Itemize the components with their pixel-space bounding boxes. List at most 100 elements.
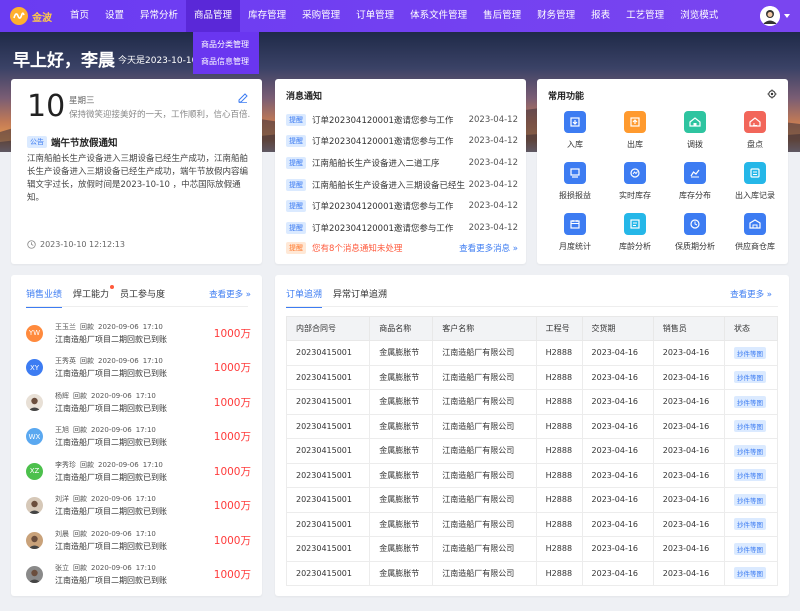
list-item[interactable]: XY 王秀英 回款 2020-09-06 17:10 江南造船厂项目二期回款已到账 1000… [26, 351, 251, 386]
sale-date: 2020-09-06 [91, 564, 132, 573]
function-stock-age[interactable]: 库龄分析 [605, 213, 665, 252]
function-io-record[interactable]: 出入库记录 [725, 162, 785, 201]
table-row[interactable]: 20230415001 金属膨胀节 江南造船厂有限公司 H2888 2023-04-16… [285, 340, 779, 366]
function-shelf-life[interactable]: 保质期分析 [665, 213, 725, 252]
table-cell: 抄件等图 [723, 511, 779, 537]
nav-item[interactable]: 报表 [583, 0, 618, 32]
nav-item[interactable]: 设置 [97, 0, 132, 32]
message-item[interactable]: 提醒江南船舶长生产设备进入三期设备已经生产成功2023-04-12 [286, 174, 518, 196]
table-row[interactable]: 20230415001 金属膨胀节 江南造船厂有限公司 H2888 2023-04-16… [285, 487, 779, 513]
table-row[interactable]: 20230415001 金属膨胀节 江南造船厂有限公司 H2888 2023-04-16… [285, 389, 779, 415]
nav-item[interactable]: 体系文件管理 [402, 0, 475, 32]
tab-orders-1[interactable]: 异常订单追溯 [333, 287, 387, 308]
nav-item[interactable]: 订单管理 [348, 0, 402, 32]
message-item[interactable]: 提醒 订单202304120001邀请您参与工作 2023-04-12 [286, 109, 518, 131]
today-date: 今天是2023-10-10 [118, 56, 198, 66]
table-cell: 20230415001 [285, 389, 371, 415]
nav-item[interactable]: 财务管理 [529, 0, 583, 32]
nav-item[interactable]: 工艺管理 [618, 0, 672, 32]
table-cell: 江南造船厂有限公司 [432, 487, 537, 513]
function-transfer[interactable]: 调拨 [665, 111, 725, 150]
nav-item[interactable]: 首页 [62, 0, 97, 32]
function-realtime-stock[interactable]: 实时库存 [605, 162, 665, 201]
sale-date: 2020-09-06 [91, 391, 132, 400]
nav-item[interactable]: 异常分析 [132, 0, 186, 32]
tab-orders-0[interactable]: 订单追溯 [286, 287, 323, 308]
table-cell: 江南造船厂有限公司 [432, 364, 537, 390]
sale-description: 江南造船厂项目二期回款已到账 [55, 472, 167, 482]
table-row[interactable]: 20230415001 金属膨胀节 江南造船厂有限公司 H2888 2023-04-16… [285, 536, 779, 562]
sale-info: 王秀英 回款 2020-09-06 17:10 江南造船厂项目二期回款已到账 [55, 356, 214, 379]
table-row[interactable]: 20230415001 金属膨胀节 江南造船厂有限公司 H2888 2023-04-16… [285, 413, 779, 439]
orders-more-link[interactable]: 查看更多 » [730, 288, 772, 300]
nav-item[interactable]: 采购管理 [294, 0, 348, 32]
sale-meta: 张立 回款 2020-09-06 17:10 [55, 563, 214, 573]
sales-list: YW 王玉兰 回款 2020-09-06 17:10 江南造船厂项目二期回款已到账 1000… [26, 316, 251, 592]
function-monthly-stats[interactable]: 月度统计 [545, 213, 605, 252]
edit-icon[interactable] [238, 93, 248, 103]
pending-count-text[interactable]: 您有8个消息通知未处理 [312, 242, 459, 254]
table-row[interactable]: 20230415001 金属膨胀节 江南造船厂有限公司 H2888 2023-04-16… [285, 462, 779, 488]
monthly-stats-icon [564, 213, 586, 235]
submenu-item[interactable]: 商品分类管理 [193, 36, 259, 53]
table-cell: 抄件等图 [723, 462, 779, 488]
function-outbound[interactable]: 出库 [605, 111, 665, 150]
reminder-tag: 提醒 [286, 178, 306, 191]
outbound-icon [624, 111, 646, 133]
function-inbound[interactable]: 入库 [545, 111, 605, 150]
message-item[interactable]: 提醒 订单202304120001邀请您参与工作 2023-04-12 [286, 131, 518, 153]
brand-logo[interactable]: 金波 [0, 7, 62, 25]
message-item[interactable]: 提醒 订单202304120001邀请您参与工作 2023-04-12 [286, 195, 518, 217]
message-text: 江南船舶长生产设备进入三期设备已经生产成功 [312, 180, 465, 191]
function-stock-distribution[interactable]: 库存分布 [665, 162, 725, 201]
message-text: 订单202304120001邀请您参与工作 [312, 223, 454, 234]
realtime-stock-icon [624, 162, 646, 184]
list-item[interactable]: 刘晨 回款 2020-09-06 17:10 江南造船厂项目二期回款已到账 1000万 [26, 523, 251, 558]
nav-item[interactable]: 商品管理 [186, 0, 241, 32]
function-label: 调拨 [687, 140, 703, 149]
weekday: 星期三 [69, 96, 95, 106]
function-supplier-warehouse[interactable]: 供应商仓库 [725, 213, 785, 252]
gear-icon[interactable] [767, 89, 777, 99]
user-avatar[interactable] [760, 6, 780, 26]
table-row[interactable]: 20230415001 金属膨胀节 江南造船厂有限公司 H2888 2023-04-16… [285, 438, 779, 464]
table-cell: 20230415001 [285, 487, 371, 513]
more-messages-link[interactable]: 查看更多消息 » [459, 242, 518, 254]
message-item[interactable]: 提醒 江南船舶长生产设备进入二道工序 2023-04-12 [286, 152, 518, 174]
loss-report-icon [564, 162, 586, 184]
sale-time: 17:10 [142, 460, 163, 469]
table-row[interactable]: 20230415001 金属膨胀节 江南造船厂有限公司 H2888 2023-04-16… [285, 364, 779, 390]
nav-item[interactable]: 库存管理 [240, 0, 294, 32]
list-item[interactable]: 张立 回款 2020-09-06 17:10 江南造船厂项目二期回款已到账 1000万 [26, 558, 251, 593]
sale-amount: 1000万 [213, 431, 251, 444]
list-item[interactable]: WX 王旭 回款 2020-09-06 17:10 江南造船厂项目二期回款已到账 1000万 [26, 420, 251, 455]
message-text: 订单202304120001邀请您参与工作 [312, 137, 454, 148]
list-item[interactable]: 杨辉 回款 2020-09-06 17:10 江南造船厂项目二期回款已到账 1000万 [26, 385, 251, 420]
list-item[interactable]: 刘洋 回款 2020-09-06 17:10 江南造船厂项目二期回款已到账 1000万 [26, 489, 251, 524]
table-row[interactable]: 20230415001 金属膨胀节 江南造船厂有限公司 H2888 2023-04-16… [285, 511, 779, 537]
column-header: 商品名称 [369, 316, 434, 341]
table-cell: H2888 [535, 413, 583, 439]
sales-more-link[interactable]: 查看更多 » [209, 288, 251, 300]
notice-title: 端午节放假通知 [51, 138, 118, 149]
list-item[interactable]: YW 王玉兰 回款 2020-09-06 17:10 江南造船厂项目二期回款已到账 1000… [26, 316, 251, 351]
nav-item[interactable]: 浏览模式 [672, 0, 726, 32]
message-item[interactable]: 提醒 订单202304120001邀请您参与工作 2023-04-12 [286, 217, 518, 239]
function-label: 出入库记录 [735, 191, 775, 200]
table-cell: H2888 [535, 487, 583, 513]
avatar [26, 566, 43, 584]
function-loss-report[interactable]: 报损报益 [545, 162, 605, 201]
sale-amount: 1000万 [213, 569, 251, 582]
sale-action: 回款 [80, 322, 94, 331]
submenu-item[interactable]: 商品信息管理 [193, 53, 259, 70]
messages-title: 消息通知 [286, 92, 323, 102]
user-menu-caret-icon[interactable] [784, 14, 790, 18]
function-inventory-check[interactable]: 盘点 [725, 111, 785, 150]
tab-sales-1[interactable]: 焊工能力 [73, 285, 115, 308]
tab-sales-0[interactable]: 销售业绩 [26, 287, 63, 308]
table-row[interactable]: 20230415001 金属膨胀节 江南造船厂有限公司 H2888 2023-04-16… [285, 560, 779, 586]
list-item[interactable]: XZ 李秀珍 回款 2020-09-06 17:10 江南造船厂项目二期回款已到账 1000… [26, 454, 251, 489]
function-label: 盘点 [747, 140, 763, 149]
nav-item[interactable]: 售后管理 [475, 0, 529, 32]
tab-sales-2[interactable]: 员工参与度 [120, 287, 165, 308]
